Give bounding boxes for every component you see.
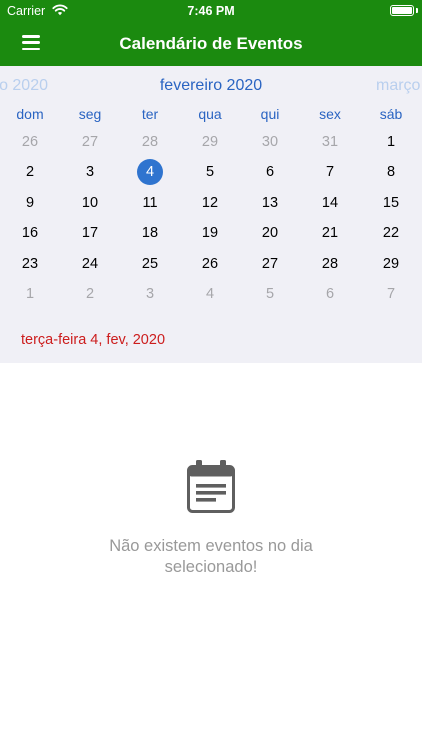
- day-cell[interactable]: 9: [15, 190, 45, 216]
- day-cell[interactable]: 5: [255, 281, 285, 307]
- day-cell[interactable]: 2: [75, 281, 105, 307]
- day-cell[interactable]: 13: [255, 190, 285, 216]
- day-cell[interactable]: 6: [315, 281, 345, 307]
- month-header: o 2020 fevereiro 2020 março: [0, 76, 422, 98]
- weekday-wed: qua: [198, 106, 222, 122]
- weekday-sun: dom: [16, 106, 44, 122]
- day-cell[interactable]: 22: [376, 220, 406, 246]
- next-month-label[interactable]: março: [376, 77, 420, 95]
- weekday-mon: seg: [78, 106, 102, 122]
- battery-cap: [416, 8, 418, 13]
- calendar-note-icon: [187, 460, 235, 513]
- day-cell[interactable]: 30: [255, 129, 285, 155]
- selected-date-label: terça-feira 4, fev, 2020: [21, 332, 166, 348]
- day-cell[interactable]: 27: [255, 251, 285, 277]
- day-cell-selected[interactable]: 4: [137, 159, 163, 185]
- day-cell[interactable]: 21: [315, 220, 345, 246]
- day-cell[interactable]: 12: [195, 190, 225, 216]
- day-cell[interactable]: 28: [135, 129, 165, 155]
- day-cell[interactable]: 3: [75, 159, 105, 185]
- calendar: o 2020 fevereiro 2020 março dom seg ter …: [0, 66, 422, 363]
- day-cell[interactable]: 7: [315, 159, 345, 185]
- day-cell[interactable]: 25: [135, 251, 165, 277]
- app-header: Carrier 7:46 PM Calendário de Eventos: [0, 0, 422, 66]
- day-cell[interactable]: 31: [315, 129, 345, 155]
- day-cell[interactable]: 17: [75, 220, 105, 246]
- day-cell[interactable]: 1: [15, 281, 45, 307]
- day-cell[interactable]: 10: [75, 190, 105, 216]
- day-cell[interactable]: 14: [315, 190, 345, 216]
- day-cell[interactable]: 29: [376, 251, 406, 277]
- day-cell[interactable]: 28: [315, 251, 345, 277]
- weekday-fri: sex: [319, 106, 341, 122]
- current-month-label: fevereiro 2020: [159, 77, 263, 94]
- day-cell[interactable]: 19: [195, 220, 225, 246]
- day-cell[interactable]: 8: [376, 159, 406, 185]
- day-cell[interactable]: 27: [75, 129, 105, 155]
- day-cell[interactable]: 29: [195, 129, 225, 155]
- day-cell[interactable]: 26: [15, 129, 45, 155]
- day-cell[interactable]: 6: [255, 159, 285, 185]
- weekday-row: dom seg ter qua qui sex sáb: [0, 106, 422, 124]
- status-bar: Carrier 7:46 PM: [0, 0, 422, 22]
- status-time: 7:46 PM: [187, 4, 235, 18]
- weekday-thu: qui: [260, 106, 280, 122]
- page-title: Calendário de Eventos: [119, 34, 303, 53]
- day-cell[interactable]: 26: [195, 251, 225, 277]
- day-cell[interactable]: 2: [15, 159, 45, 185]
- weekday-tue: ter: [141, 106, 159, 122]
- day-cell[interactable]: 5: [195, 159, 225, 185]
- day-cell[interactable]: 20: [255, 220, 285, 246]
- day-cell[interactable]: 18: [135, 220, 165, 246]
- empty-state-message: Não existem eventos no dia selecionado!: [0, 536, 422, 578]
- day-cell[interactable]: 15: [376, 190, 406, 216]
- battery-icon: [390, 5, 414, 16]
- day-cell[interactable]: 11: [135, 190, 165, 216]
- empty-state-line-1: Não existem eventos no dia: [109, 537, 313, 555]
- day-cell[interactable]: 1: [376, 129, 406, 155]
- empty-state-line-2: selecionado!: [164, 558, 258, 576]
- day-cell[interactable]: 3: [135, 281, 165, 307]
- day-cell[interactable]: 4: [195, 281, 225, 307]
- weekday-sat: sáb: [379, 106, 403, 122]
- day-cell[interactable]: 16: [15, 220, 45, 246]
- day-cell[interactable]: 24: [75, 251, 105, 277]
- day-cell[interactable]: 7: [376, 281, 406, 307]
- day-cell[interactable]: 23: [15, 251, 45, 277]
